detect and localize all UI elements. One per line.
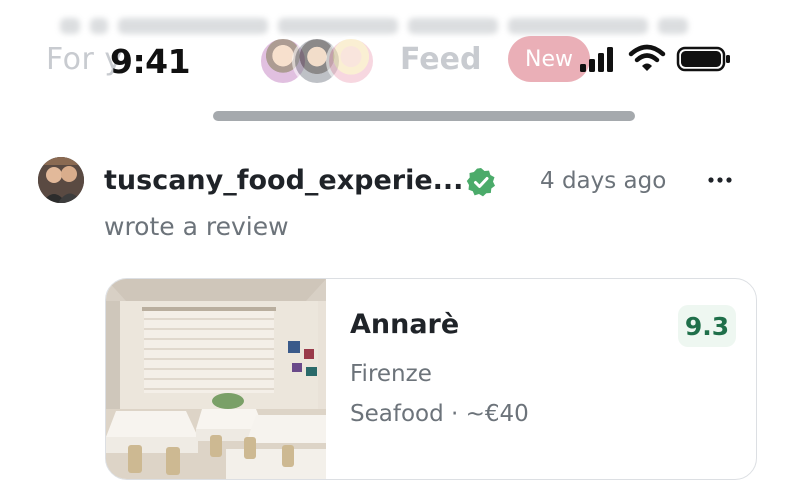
post-timestamp: 4 days ago [540, 168, 667, 194]
restaurant-photo [106, 279, 326, 479]
post-action-text: wrote a review [104, 212, 289, 241]
signal-icon [580, 47, 613, 72]
drag-handle[interactable] [213, 111, 635, 121]
avatar [326, 36, 376, 86]
score-badge: 9.3 [678, 305, 736, 347]
username[interactable]: tuscany_food_experie... [104, 165, 463, 196]
new-badge-label: New [525, 46, 573, 72]
restaurant-cuisine-price: Seafood · ~€40 [350, 401, 529, 427]
restaurant-name: Annarè [350, 309, 460, 340]
score-value: 9.3 [684, 311, 730, 341]
user-avatar[interactable] [38, 157, 84, 203]
more-horizontal-icon[interactable] [708, 176, 732, 184]
wifi-icon [628, 44, 666, 71]
restaurant-city: Firenze [350, 361, 432, 387]
blurred-header-strip [60, 14, 720, 38]
battery-icon [676, 46, 730, 72]
verified-badge-icon [466, 168, 495, 197]
status-icons [578, 44, 732, 74]
status-time: 9:41 [110, 42, 191, 81]
tab-feed[interactable]: Feed [400, 42, 481, 77]
friend-avatars[interactable] [258, 36, 376, 86]
